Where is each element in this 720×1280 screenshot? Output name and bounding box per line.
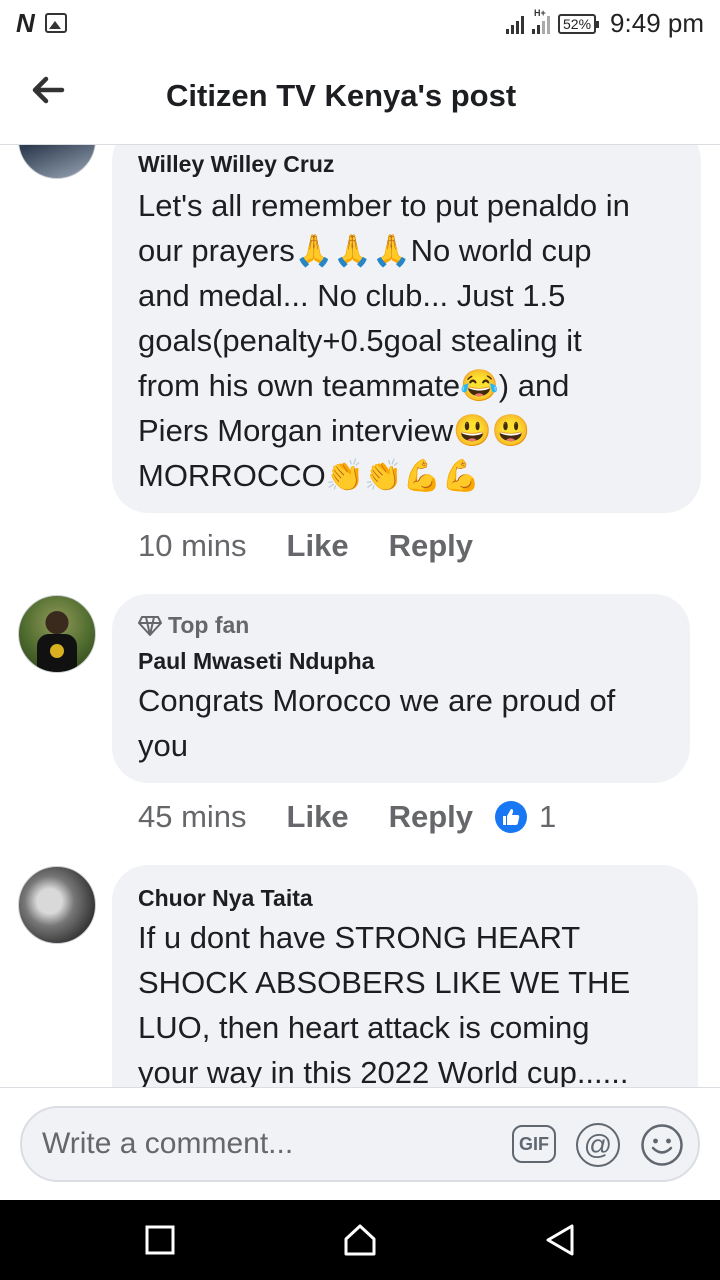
avatar[interactable] (18, 595, 96, 673)
thumbs-up-icon[interactable] (495, 801, 527, 833)
arrow-left-icon[interactable] (28, 70, 68, 110)
post-header: Citizen TV Kenya's post (0, 48, 720, 145)
comment-author[interactable]: Paul Mwaseti Ndupha (138, 648, 374, 675)
netflix-n-icon: N (16, 8, 35, 38)
comment-bubble: Chuor Nya Taita If u dont have STRONG HE… (112, 865, 698, 1087)
like-button[interactable]: Like (287, 799, 349, 835)
gif-button[interactable]: GIF (512, 1125, 556, 1163)
reply-button[interactable]: Reply (389, 528, 473, 564)
comment-time[interactable]: 45 mins (138, 799, 247, 835)
avatar[interactable] (18, 866, 96, 944)
recent-apps-icon[interactable] (142, 1222, 178, 1258)
comment-author[interactable]: Chuor Nya Taita (138, 885, 313, 912)
status-bar: N H+ 52% 9:49 pm (0, 0, 720, 48)
comment-text: Let's all remember to put penaldo in our… (138, 188, 630, 493)
signal-icon (506, 14, 525, 34)
back-triangle-icon[interactable] (542, 1222, 578, 1258)
status-time: 9:49 pm (610, 8, 704, 38)
comment-text: If u dont have STRONG HEART SHOCK ABSOBE… (138, 920, 631, 1087)
signal-h-plus-icon: H+ (532, 8, 551, 34)
comment-composer[interactable]: GIF @ (20, 1106, 700, 1182)
diamond-icon (138, 615, 162, 636)
page-title: Citizen TV Kenya's post (166, 78, 517, 113)
comment-time[interactable]: 10 mins (138, 528, 247, 564)
mention-button[interactable]: @ (576, 1123, 620, 1167)
like-button[interactable]: Like (287, 528, 349, 564)
reply-button[interactable]: Reply (389, 799, 473, 835)
reaction-count[interactable]: 1 (539, 799, 556, 835)
comment-actions: 10 mins Like Reply (138, 528, 495, 564)
gallery-icon (44, 13, 67, 33)
emoji-smile-icon[interactable] (640, 1123, 684, 1167)
top-fan-badge: Top fan (138, 612, 249, 639)
battery-indicator: 52% (558, 13, 600, 34)
comment-bubble: Willey Willey Cruz Let's all remember to… (112, 145, 701, 513)
comment-input[interactable] (42, 1126, 482, 1162)
avatar[interactable] (18, 145, 96, 179)
comment-bubble: Top fan Paul Mwaseti Ndupha Congrats Mor… (112, 594, 690, 783)
home-icon[interactable] (342, 1222, 378, 1258)
comment-actions: 45 mins Like Reply 1 (138, 799, 556, 835)
comment-text: Congrats Morocco we are proud of you (138, 683, 616, 763)
comments-feed[interactable]: Willey Willey Cruz Let's all remember to… (0, 145, 720, 1087)
system-navigation-bar (0, 1200, 720, 1280)
comment-author[interactable]: Willey Willey Cruz (138, 151, 334, 178)
avatar-shirt-print (50, 644, 64, 658)
comment-composer-area: GIF @ (0, 1087, 720, 1201)
